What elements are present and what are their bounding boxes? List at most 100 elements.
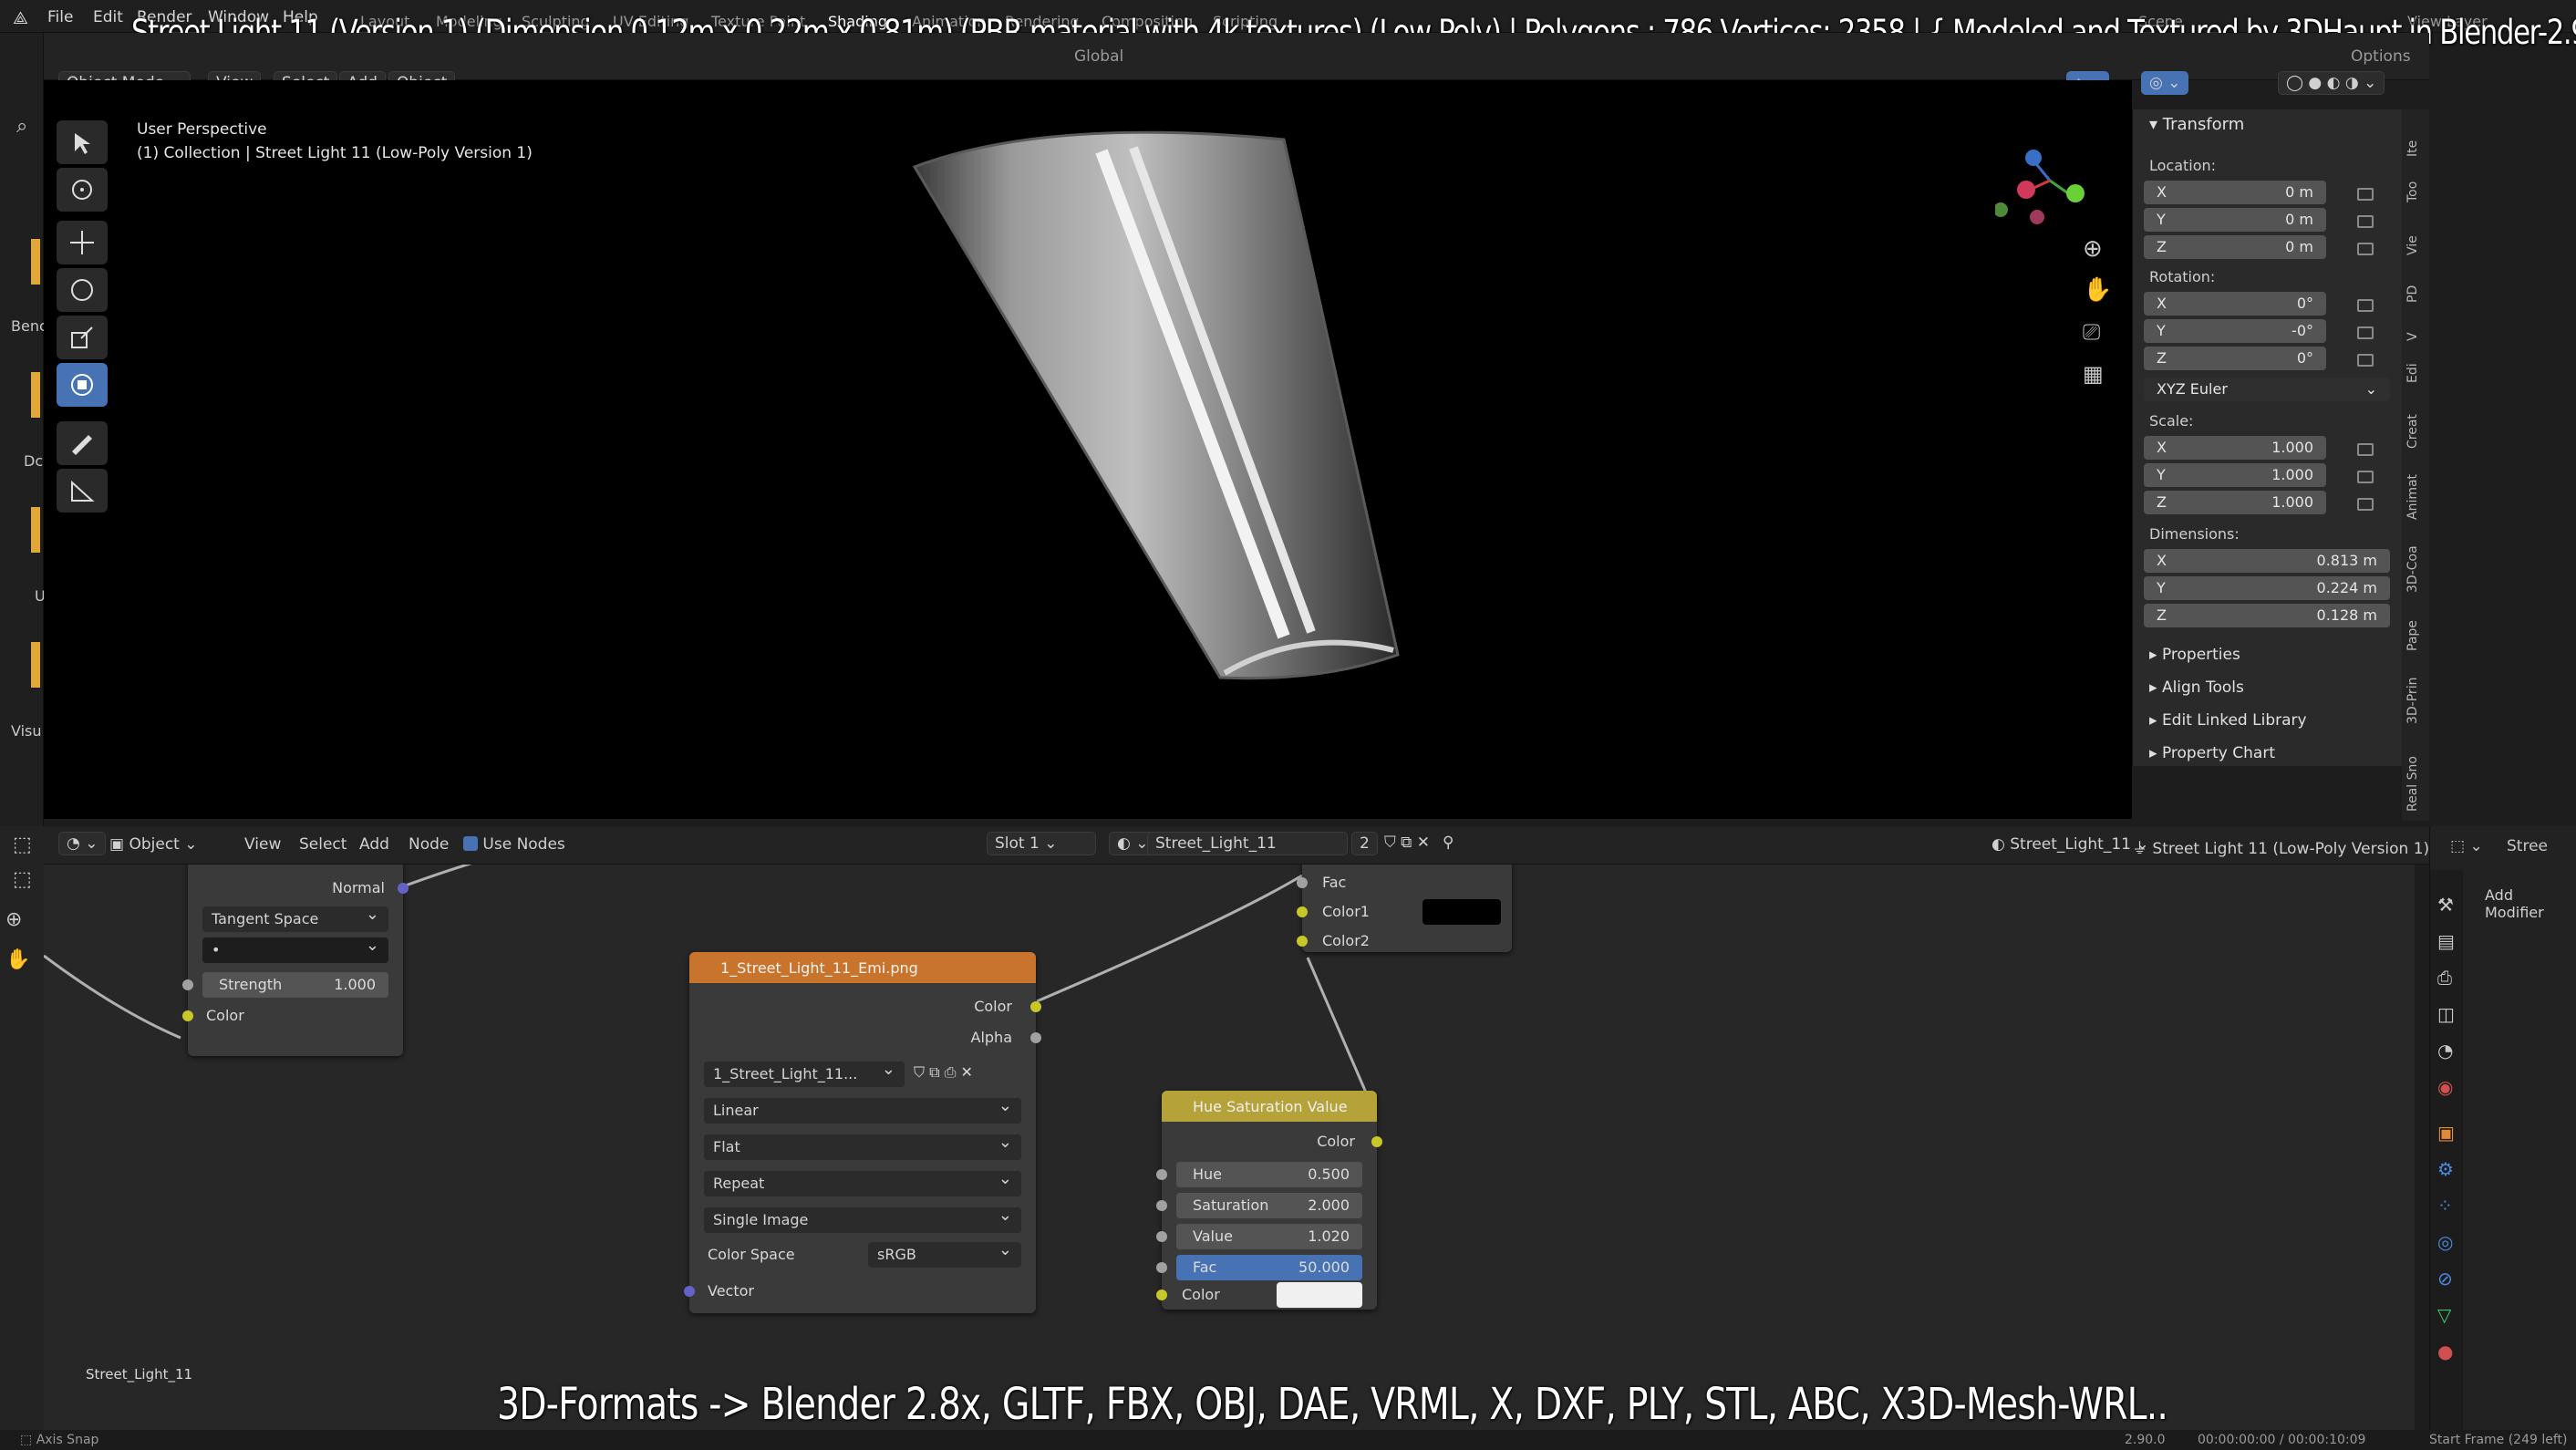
object-selector[interactable]: ◐ Street_Light_11 ⌄ (1991, 835, 2149, 854)
view-layer-icon[interactable]: ◫ (2437, 1003, 2455, 1025)
editor-type-dropdown[interactable]: ◔ ⌄ (58, 832, 107, 855)
color-output-socket[interactable] (1030, 1001, 1041, 1012)
move-tool[interactable] (57, 221, 108, 264)
hue-field[interactable]: Hue 0.500 (1176, 1162, 1362, 1187)
render-icon[interactable]: ▤ (2437, 930, 2455, 952)
lock-icon[interactable] (2357, 326, 2374, 339)
menu-view[interactable]: View (244, 835, 281, 854)
extension-dropdown[interactable]: Repeat (704, 1169, 1021, 1196)
dimension-x-field[interactable]: X 0.813 m (2144, 549, 2390, 573)
image-actions[interactable]: ⛉ ⧉ ⎙ ✕ (914, 1063, 973, 1082)
fac-input-socket[interactable] (1156, 1262, 1167, 1273)
location-y-field[interactable]: Y 0 m (2144, 208, 2326, 232)
color1-input-socket[interactable] (1297, 906, 1308, 917)
strength-field[interactable]: Strength 1.000 (202, 972, 388, 998)
properties-section[interactable]: ▸ Properties (2149, 646, 2240, 664)
location-x-field[interactable]: X 0 m (2144, 181, 2326, 204)
use-nodes-checkbox[interactable]: Use Nodes (463, 835, 565, 854)
cursor-tool[interactable] (57, 168, 108, 212)
scale-x-field[interactable]: X 1.000 (2144, 436, 2326, 460)
blender-logo-icon[interactable]: ⟁ (13, 8, 28, 28)
fac-input-socket[interactable] (1297, 877, 1308, 888)
mix-node[interactable]: Fac Color1 Color2 (1297, 865, 1512, 952)
pan-hand-icon[interactable]: ✋ (2083, 276, 2112, 304)
options-dropdown[interactable]: Options (2351, 47, 2411, 66)
source-dropdown[interactable]: Single Image (704, 1206, 1021, 1233)
pan-hand-icon[interactable]: ✋ (5, 948, 30, 971)
value-field[interactable]: Value 1.020 (1176, 1224, 1362, 1249)
dimension-y-field[interactable]: Y 0.224 m (2144, 576, 2390, 600)
fac-field[interactable]: Fac 50.000 (1176, 1255, 1362, 1280)
projection-dropdown[interactable]: Flat (704, 1133, 1021, 1160)
sidebar-tab-v[interactable]: V (2405, 332, 2420, 341)
slot-dropdown[interactable]: Slot 1 ⌄ (987, 832, 1096, 855)
camera-icon[interactable]: ⎚ (2083, 319, 2100, 345)
lock-icon[interactable] (2357, 354, 2374, 367)
constraints-icon[interactable]: ⊘ (2437, 1268, 2453, 1289)
object-data-icon[interactable]: ▽ (2437, 1304, 2451, 1326)
normal-map-node[interactable]: Normal Tangent Space • Strength 1.000 Col… (182, 865, 409, 1056)
normal-output-socket[interactable] (398, 883, 409, 894)
modifier-wrench-icon[interactable]: ⚙ (2437, 1158, 2454, 1180)
orientation-dropdown[interactable]: Global (1074, 47, 1123, 66)
transform-panel-title[interactable]: ▾ Transform (2149, 115, 2244, 134)
scale-y-field[interactable]: Y 1.000 (2144, 463, 2326, 487)
rotation-x-field[interactable]: X 0° (2144, 292, 2326, 316)
measure-tool[interactable] (57, 469, 108, 513)
output-icon[interactable]: ⎙ (2437, 967, 2452, 989)
scale-z-field[interactable]: Z 1.000 (2144, 491, 2326, 514)
rotate-tool[interactable] (57, 268, 108, 312)
menu-node[interactable]: Node (409, 835, 449, 854)
sidebar-tab-paper[interactable]: Pape (2405, 620, 2420, 651)
hsv-color-swatch[interactable] (1277, 1282, 1362, 1308)
color-input-socket[interactable] (182, 1010, 193, 1021)
lock-icon[interactable] (2357, 215, 2374, 228)
color-space-dropdown[interactable]: sRGB (868, 1240, 1021, 1268)
tool-icon[interactable]: ⚒ (2437, 894, 2454, 916)
menu-select[interactable]: Select (299, 835, 347, 854)
scene-icon[interactable]: ◔ (2437, 1040, 2453, 1062)
rotation-mode-dropdown[interactable]: XYZ Euler ⌄ (2144, 378, 2390, 401)
rotation-y-field[interactable]: Y -0° (2144, 319, 2326, 343)
alpha-output-socket[interactable] (1030, 1032, 1041, 1043)
hsv-color-input-socket[interactable] (1156, 1289, 1167, 1300)
rotation-z-field[interactable]: Z 0° (2144, 347, 2326, 370)
select-icon[interactable]: ⬚ (13, 834, 32, 856)
location-z-field[interactable]: Z 0 m (2144, 235, 2326, 259)
sidebar-tab-create[interactable]: Creat (2405, 414, 2420, 449)
material-icon[interactable]: ● (2437, 1341, 2453, 1362)
sidebar-tab-3d-print[interactable]: 3D-Prin (2405, 678, 2420, 724)
particles-icon[interactable]: ⁘ (2437, 1195, 2453, 1217)
select-box-tool[interactable] (57, 120, 108, 164)
image-name-field[interactable]: 1_Street_Light_11... (704, 1060, 905, 1087)
lock-icon[interactable] (2357, 243, 2374, 255)
sidebar-tab-animate[interactable]: Animat (2405, 474, 2420, 520)
search-icon[interactable]: ⌕ (16, 115, 27, 138)
sidebar-tab-tool[interactable]: Too (2405, 181, 2420, 202)
menu-file[interactable]: File (47, 8, 73, 26)
sidebar-tab-edit[interactable]: Edi (2405, 363, 2420, 383)
pin-icon[interactable]: ⚲ (1443, 834, 1454, 852)
uv-map-field[interactable]: • (202, 936, 388, 963)
saturation-input-socket[interactable] (1156, 1200, 1167, 1211)
sidebar-tab-pd[interactable]: PD (2405, 285, 2420, 303)
lock-icon[interactable] (2357, 498, 2374, 511)
annotate-icon[interactable]: ⬚ (13, 868, 32, 891)
saturation-field[interactable]: Saturation 2.000 (1176, 1193, 1362, 1218)
interpolation-dropdown[interactable]: Linear (704, 1096, 1021, 1124)
sidebar-tab-3d-coat[interactable]: 3D-Coa (2405, 545, 2420, 593)
physics-icon[interactable]: ◎ (2437, 1231, 2453, 1253)
object-type-dropdown[interactable]: ▣ Object ⌄ (109, 835, 198, 854)
color1-swatch[interactable] (1422, 899, 1501, 925)
value-input-socket[interactable] (1156, 1231, 1167, 1242)
lock-icon[interactable] (2357, 471, 2374, 483)
node-editor-canvas[interactable]: Normal Tangent Space • Strength 1.000 Col… (44, 865, 2415, 1430)
lock-icon[interactable] (2357, 299, 2374, 312)
edit-linked-library-section[interactable]: ▸ Edit Linked Library (2149, 711, 2307, 730)
scale-tool[interactable] (57, 316, 108, 359)
image-texture-node[interactable]: 1_Street_Light_11_Emi.png Color Alpha 1_… (684, 952, 1041, 1313)
dimension-z-field[interactable]: Z 0.128 m (2144, 604, 2390, 627)
zoom-icon[interactable]: ⊕ (5, 908, 22, 931)
hsv-node-header[interactable]: Hue Saturation Value (1162, 1091, 1377, 1122)
street-light-model[interactable] (44, 80, 2132, 819)
